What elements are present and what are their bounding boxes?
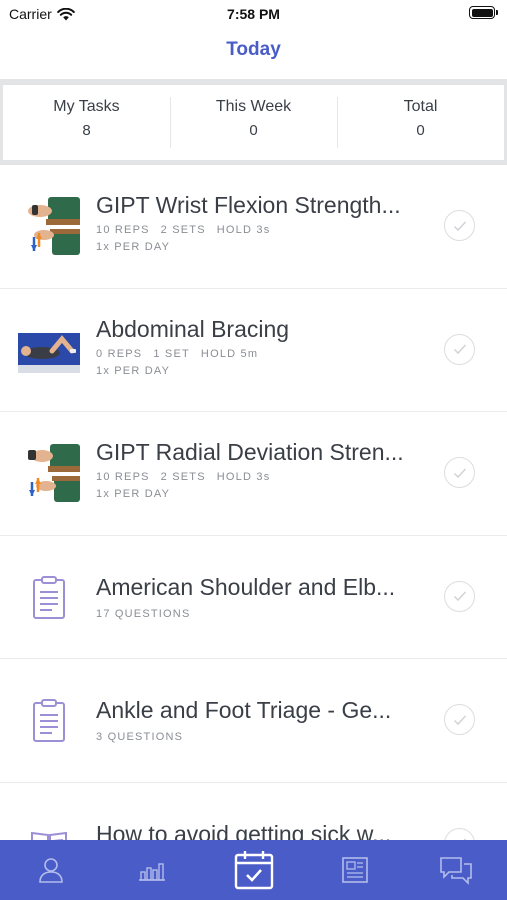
task-sets: 2 SETS — [160, 224, 206, 236]
task-title: American Shoulder and Elb... — [96, 573, 396, 600]
task-meta: 0 REPS 1 SET HOLD 5m — [96, 348, 258, 360]
task-sets: 2 SETS — [160, 471, 206, 483]
task-reps: 10 REPS — [96, 224, 150, 236]
stat-this-week[interactable]: This Week 0 — [170, 85, 337, 160]
tab-messages[interactable] — [406, 840, 507, 900]
check-icon — [453, 714, 466, 725]
complete-checkbox[interactable] — [444, 333, 475, 365]
check-icon — [453, 591, 466, 602]
complete-checkbox[interactable] — [444, 704, 475, 735]
task-hold: HOLD 5m — [200, 347, 259, 360]
wrist-flexion-thumbnail — [18, 195, 80, 257]
task-reps: 10 REPS — [96, 471, 150, 483]
task-row[interactable]: GIPT Wrist Flexion Strength... 10 REPS 2 … — [0, 165, 507, 289]
check-icon — [453, 220, 466, 231]
task-row[interactable]: How to avoid getting sick w... — [0, 783, 507, 841]
complete-checkbox[interactable] — [444, 580, 475, 612]
check-icon — [453, 467, 466, 478]
stat-my-tasks[interactable]: My Tasks 8 — [3, 85, 170, 160]
stats-summary: My Tasks 8 This Week 0 Total 0 — [0, 79, 507, 165]
tab-bar — [0, 840, 507, 900]
task-meta: 10 REPS 2 SETS HOLD 3s — [96, 224, 270, 236]
book-icon — [31, 831, 67, 840]
task-questions: 3 QUESTIONS — [96, 731, 184, 743]
stat-label: Total — [403, 98, 438, 115]
battery-icon — [469, 6, 498, 19]
task-frequency: 1x PER DAY — [96, 364, 171, 377]
task-row[interactable]: American Shoulder and Elb... 17 QUESTION… — [0, 536, 507, 659]
status-bar: Carrier 7:58 PM — [0, 0, 507, 30]
profile-icon — [38, 858, 63, 883]
task-title: Ankle and Foot Triage - Ge... — [96, 697, 392, 723]
messages-icon — [440, 857, 473, 885]
tab-progress[interactable] — [101, 840, 202, 900]
task-title: Abdominal Bracing — [96, 315, 290, 342]
stat-total[interactable]: Total 0 — [337, 85, 504, 160]
tab-today[interactable] — [203, 840, 304, 900]
task-hold: HOLD 3s — [216, 224, 271, 236]
complete-checkbox[interactable] — [444, 827, 475, 840]
task-row[interactable]: Ankle and Foot Triage - Ge... 3 QUESTION… — [0, 659, 507, 783]
stat-value: 0 — [416, 122, 425, 139]
status-time: 7:58 PM — [227, 6, 280, 22]
clipboard-icon — [33, 575, 65, 619]
task-title: GIPT Radial Deviation Stren... — [96, 439, 404, 465]
task-sets: 1 SET — [153, 347, 190, 360]
page-title: Today — [226, 39, 281, 60]
task-frequency: 1x PER DAY — [96, 241, 171, 253]
abdominal-bracing-thumbnail — [18, 318, 80, 381]
task-row[interactable]: GIPT Radial Deviation Stren... 10 REPS 2 … — [0, 412, 507, 536]
task-list[interactable]: GIPT Wrist Flexion Strength... 10 REPS 2 … — [0, 165, 507, 840]
stat-label: My Tasks — [53, 98, 120, 115]
task-title: GIPT Wrist Flexion Strength... — [96, 192, 401, 218]
task-title: How to avoid getting sick w... — [96, 820, 392, 841]
stat-value: 0 — [249, 122, 258, 139]
tab-education[interactable] — [304, 840, 405, 900]
task-row[interactable]: Abdominal Bracing 0 REPS 1 SET HOLD 5m 1x … — [0, 289, 507, 412]
task-frequency: 1x PER DAY — [96, 488, 171, 500]
complete-checkbox[interactable] — [444, 457, 475, 488]
progress-chart-icon — [139, 863, 166, 881]
check-icon — [453, 344, 466, 355]
stat-value: 8 — [82, 122, 91, 139]
task-meta: 10 REPS 2 SETS HOLD 3s — [96, 471, 270, 483]
task-reps: 0 REPS — [96, 347, 143, 360]
tab-profile[interactable] — [0, 840, 101, 900]
task-hold: HOLD 3s — [216, 471, 271, 483]
task-questions: 17 QUESTIONS — [96, 607, 191, 620]
calendar-check-icon — [234, 851, 273, 890]
radial-deviation-thumbnail — [18, 442, 80, 504]
stat-label: This Week — [215, 98, 292, 115]
clipboard-icon — [33, 699, 65, 742]
education-icon — [342, 857, 368, 883]
complete-checkbox[interactable] — [444, 210, 475, 241]
